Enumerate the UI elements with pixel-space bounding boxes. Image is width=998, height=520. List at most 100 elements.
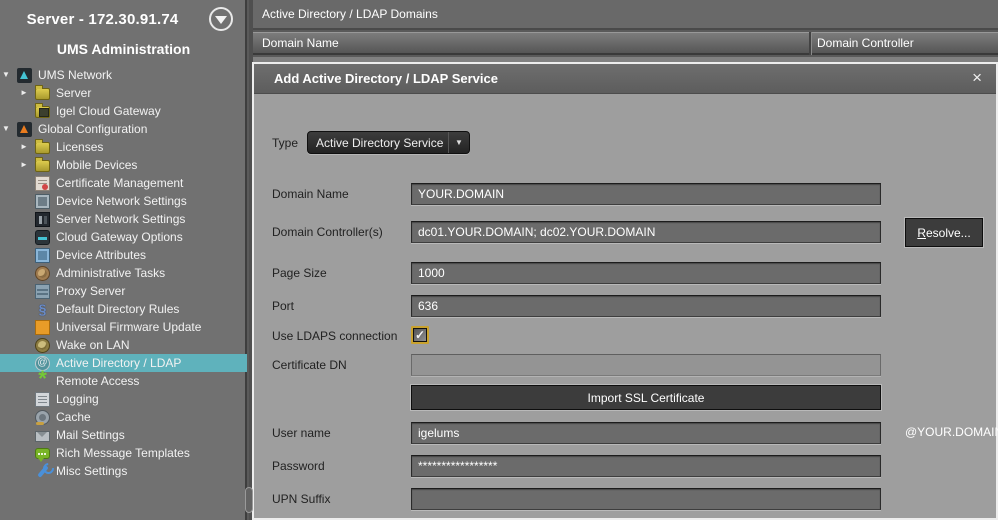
- server-dropdown-button[interactable]: [209, 7, 233, 31]
- sidebar-item-certificate-management[interactable]: Certificate Management: [0, 174, 247, 192]
- domain-suffix-text: @YOUR.DOMAIN: [905, 425, 998, 439]
- domain-controllers-label: Domain Controller(s): [272, 225, 383, 239]
- proxy-server-icon: [35, 284, 50, 299]
- sidebar-item-logging[interactable]: Logging: [0, 390, 247, 408]
- sidebar-item-server-network-settings[interactable]: Server Network Settings: [0, 210, 247, 228]
- sidebar-item-label: Device Attributes: [56, 246, 146, 264]
- expander-icon[interactable]: ►: [20, 156, 35, 174]
- admin-tasks-icon: [35, 266, 50, 281]
- column-divider[interactable]: [809, 32, 811, 55]
- sidebar: Server - 172.30.91.74 UMS Administration…: [0, 0, 247, 520]
- sidebar-item-administrative-tasks[interactable]: Administrative Tasks: [0, 264, 247, 282]
- sidebar-item-active-directory-ldap[interactable]: @ Active Directory / LDAP: [0, 354, 247, 372]
- sidebar-tree: ▼ UMS Network ► Server Igel Cloud Gatewa…: [0, 66, 247, 480]
- remote-access-icon: *: [35, 374, 50, 389]
- folder-icon: [35, 142, 50, 154]
- vertical-scrollbar-thumb[interactable]: [245, 487, 253, 513]
- sidebar-item-label: UMS Network: [38, 66, 112, 84]
- expander-icon[interactable]: ▼: [2, 66, 17, 84]
- user-name-input[interactable]: [411, 422, 881, 444]
- sidebar-item-label: Server Network Settings: [56, 210, 185, 228]
- misc-settings-icon: [35, 464, 50, 479]
- import-ssl-certificate-button[interactable]: Import SSL Certificate: [411, 385, 881, 410]
- sidebar-item-label: Proxy Server: [56, 282, 125, 300]
- device-attributes-icon: [35, 248, 50, 263]
- igel-network-icon: [17, 68, 32, 83]
- sidebar-item-label: Rich Message Templates: [56, 444, 190, 462]
- wake-on-lan-icon: [35, 338, 50, 353]
- sidebar-item-ums-network[interactable]: ▼ UMS Network: [0, 66, 247, 84]
- logging-icon: [35, 392, 50, 407]
- sidebar-item-misc-settings[interactable]: Misc Settings: [0, 462, 247, 480]
- sidebar-item-label: Mail Settings: [56, 426, 125, 444]
- sidebar-item-device-network-settings[interactable]: Device Network Settings: [0, 192, 247, 210]
- certificate-icon: [35, 176, 50, 191]
- page-size-label: Page Size: [272, 266, 327, 280]
- type-label: Type: [272, 136, 298, 150]
- sidebar-item-label: Server: [56, 84, 91, 102]
- close-icon[interactable]: ×: [972, 64, 982, 94]
- domain-controllers-input[interactable]: [411, 221, 881, 243]
- resolve-button[interactable]: Resolve...: [905, 218, 983, 247]
- type-select[interactable]: Active Directory Service ▼: [307, 131, 470, 154]
- sidebar-item-wake-on-lan[interactable]: Wake on LAN: [0, 336, 247, 354]
- type-select-value: Active Directory Service: [308, 136, 448, 150]
- port-input[interactable]: [411, 295, 881, 317]
- upn-suffix-input[interactable]: [411, 488, 881, 510]
- sidebar-item-label: Certificate Management: [56, 174, 183, 192]
- device-network-icon: [35, 194, 50, 209]
- sidebar-item-label: Licenses: [56, 138, 103, 156]
- sidebar-item-licenses[interactable]: ► Licenses: [0, 138, 247, 156]
- sidebar-item-mobile-devices[interactable]: ► Mobile Devices: [0, 156, 247, 174]
- cloud-gateway-icon: [35, 230, 50, 245]
- password-input[interactable]: [411, 455, 881, 477]
- sidebar-item-igel-cloud-gateway[interactable]: Igel Cloud Gateway: [0, 102, 247, 120]
- sidebar-item-label: Logging: [56, 390, 99, 408]
- sidebar-item-label: Wake on LAN: [56, 336, 130, 354]
- sidebar-item-remote-access[interactable]: * Remote Access: [0, 372, 247, 390]
- domain-name-input[interactable]: [411, 183, 881, 205]
- user-name-label: User name: [272, 426, 331, 440]
- dialog-body: Type Active Directory Service ▼ Domain N…: [254, 94, 996, 520]
- sidebar-item-global-configuration[interactable]: ▼ Global Configuration: [0, 120, 247, 138]
- sidebar-item-cloud-gateway-options[interactable]: Cloud Gateway Options: [0, 228, 247, 246]
- chevron-down-icon: [215, 16, 227, 24]
- sidebar-item-cache[interactable]: Cache: [0, 408, 247, 426]
- sidebar-item-label: Igel Cloud Gateway: [56, 102, 161, 120]
- sidebar-item-proxy-server[interactable]: Proxy Server: [0, 282, 247, 300]
- sidebar-item-server[interactable]: ► Server: [0, 84, 247, 102]
- cache-icon: [35, 410, 50, 425]
- folder-icon: [35, 160, 50, 172]
- certificate-dn-input: [411, 354, 881, 376]
- folder-icon: [35, 88, 50, 100]
- expander-icon[interactable]: ►: [20, 138, 35, 156]
- dialog-titlebar[interactable]: Add Active Directory / LDAP Service ×: [254, 64, 996, 94]
- sidebar-item-label: Default Directory Rules: [56, 300, 179, 318]
- password-label: Password: [272, 459, 325, 473]
- domain-name-label: Domain Name: [272, 187, 349, 201]
- column-header-domain-controller[interactable]: Domain Controller: [817, 32, 914, 55]
- upn-suffix-label: UPN Suffix: [272, 492, 330, 506]
- column-header-domain-name[interactable]: Domain Name: [262, 32, 339, 55]
- sidebar-item-label: Cache: [56, 408, 91, 426]
- use-ldaps-checkbox[interactable]: ✓: [411, 326, 429, 344]
- ums-administration-window: Server - 172.30.91.74 UMS Administration…: [0, 0, 998, 520]
- expander-icon[interactable]: ▼: [2, 120, 17, 138]
- sidebar-item-rich-message-templates[interactable]: Rich Message Templates: [0, 444, 247, 462]
- server-title: Server - 172.30.91.74: [0, 11, 205, 28]
- sidebar-item-universal-firmware-update[interactable]: Universal Firmware Update: [0, 318, 247, 336]
- chevron-down-icon[interactable]: ▼: [448, 132, 469, 153]
- add-ad-ldap-service-dialog: Add Active Directory / LDAP Service × Ty…: [252, 62, 998, 520]
- firmware-update-icon: [35, 320, 50, 335]
- sidebar-item-device-attributes[interactable]: Device Attributes: [0, 246, 247, 264]
- port-label: Port: [272, 299, 294, 313]
- sidebar-item-mail-settings[interactable]: Mail Settings: [0, 426, 247, 444]
- folder-gateway-icon: [35, 106, 50, 118]
- expander-icon[interactable]: ►: [20, 84, 35, 102]
- page-size-input[interactable]: [411, 262, 881, 284]
- page-title: Active Directory / LDAP Domains: [249, 0, 998, 30]
- certificate-dn-label: Certificate DN: [272, 358, 347, 372]
- sidebar-item-default-directory-rules[interactable]: § Default Directory Rules: [0, 300, 247, 318]
- sidebar-item-label: Cloud Gateway Options: [56, 228, 183, 246]
- sidebar-item-label: Administrative Tasks: [56, 264, 165, 282]
